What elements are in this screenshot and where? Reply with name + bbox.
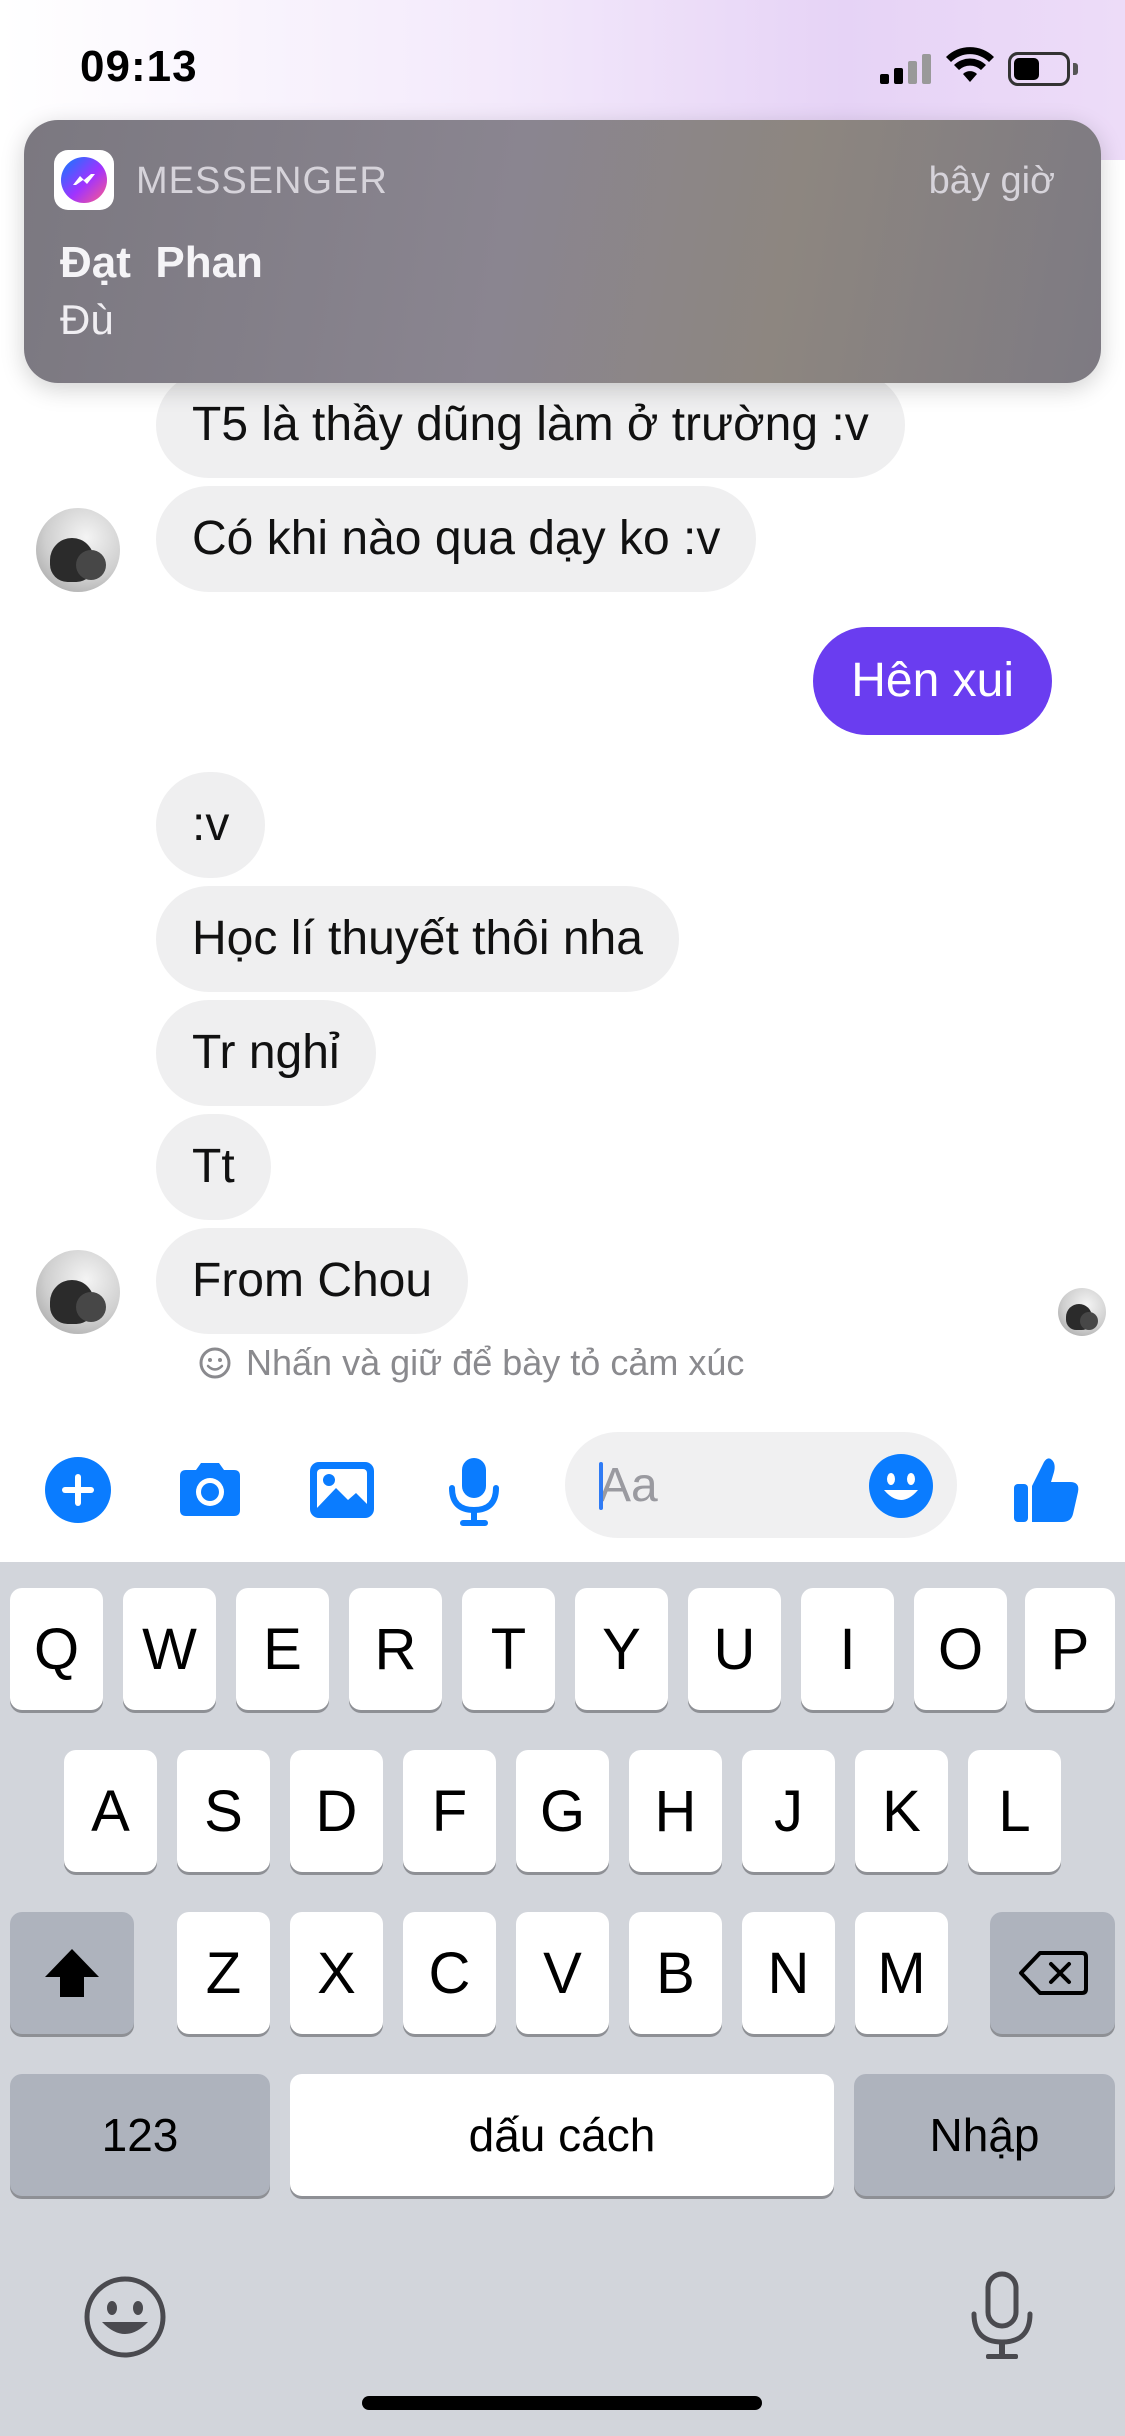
cellular-signal-icon	[880, 52, 932, 84]
key-c[interactable]: C	[403, 1912, 496, 2034]
key-k[interactable]: K	[855, 1750, 948, 1872]
notification-time: bây giờ	[928, 160, 1055, 202]
key-z[interactable]: Z	[177, 1912, 270, 2034]
space-key[interactable]: dấu cách	[290, 2074, 834, 2196]
message-bubble-incoming[interactable]: Tr nghỉ	[156, 1000, 376, 1106]
camera-icon[interactable]	[170, 1450, 250, 1530]
gallery-icon[interactable]	[302, 1450, 382, 1530]
message-bubble-incoming[interactable]: Tt	[156, 1114, 271, 1220]
return-key[interactable]: Nhập	[854, 2074, 1115, 2196]
numbers-key[interactable]: 123	[10, 2074, 270, 2196]
message-bubble-incoming[interactable]: T5 là thầy dũng làm ở trường :v	[156, 372, 905, 478]
backspace-key[interactable]	[990, 1912, 1115, 2034]
message-bubble-incoming[interactable]: :v	[156, 772, 266, 878]
key-g[interactable]: G	[516, 1750, 609, 1872]
home-indicator[interactable]	[362, 2396, 762, 2410]
status-bar: 09:13	[0, 0, 1125, 132]
key-n[interactable]: N	[742, 1912, 835, 2034]
key-h[interactable]: H	[629, 1750, 722, 1872]
emoji-keyboard-icon[interactable]	[80, 2272, 170, 2362]
key-t[interactable]: T	[462, 1588, 555, 1710]
key-w[interactable]: W	[123, 1588, 216, 1710]
message-bubble-incoming[interactable]: Học lí thuyết thôi nha	[156, 886, 679, 992]
shift-arrow-icon	[45, 1949, 99, 1997]
status-time: 09:13	[80, 42, 198, 91]
dictation-microphone-icon[interactable]	[962, 2268, 1042, 2364]
key-e[interactable]: E	[236, 1588, 329, 1710]
key-q[interactable]: Q	[10, 1588, 103, 1710]
key-u[interactable]: U	[688, 1588, 781, 1710]
message-input-field[interactable]	[565, 1432, 957, 1538]
message-input[interactable]	[599, 1432, 849, 1538]
contact-avatar[interactable]	[36, 1250, 120, 1334]
message-bubble-incoming[interactable]: From Chou	[156, 1228, 469, 1334]
key-j[interactable]: J	[742, 1750, 835, 1872]
key-y[interactable]: Y	[575, 1588, 668, 1710]
messenger-app-icon	[54, 150, 114, 210]
key-l[interactable]: L	[968, 1750, 1061, 1872]
key-m[interactable]: M	[855, 1912, 948, 2034]
notification-title: Đạt Phan	[60, 238, 263, 287]
key-a[interactable]: A	[64, 1750, 157, 1872]
battery-icon	[1008, 52, 1078, 86]
plus-icon[interactable]	[38, 1450, 118, 1530]
notification-app-name: MESSENGER	[136, 160, 388, 202]
key-d[interactable]: D	[290, 1750, 383, 1872]
key-i[interactable]: I	[801, 1588, 894, 1710]
seen-receipt-avatar	[1058, 1288, 1106, 1336]
text-caret	[599, 1462, 603, 1510]
notification-body: Đù	[60, 296, 114, 343]
wifi-icon	[946, 47, 994, 82]
reaction-hint: Nhấn và giữ để bày tỏ cảm xúc	[198, 1342, 744, 1384]
reaction-hint-text: Nhấn và giữ để bày tỏ cảm xúc	[246, 1342, 745, 1383]
like-icon[interactable]	[1006, 1450, 1086, 1530]
microphone-icon[interactable]	[434, 1450, 514, 1530]
notification-banner[interactable]: MESSENGER bây giờ Đạt Phan Đù	[24, 120, 1101, 383]
keyboard: Q W E R T Y U I O P A S D F G H J K L Z …	[0, 1562, 1125, 2436]
key-s[interactable]: S	[177, 1750, 270, 1872]
key-f[interactable]: F	[403, 1750, 496, 1872]
key-b[interactable]: B	[629, 1912, 722, 2034]
key-o[interactable]: O	[914, 1588, 1007, 1710]
key-x[interactable]: X	[290, 1912, 383, 2034]
shift-key[interactable]	[10, 1912, 134, 2034]
message-bubble-outgoing[interactable]: Hên xui	[813, 627, 1052, 735]
backspace-icon	[1018, 1951, 1088, 1995]
emoji-icon[interactable]	[867, 1452, 935, 1520]
smiley-hint-icon	[199, 1347, 231, 1379]
contact-avatar[interactable]	[36, 508, 120, 592]
message-bubble-incoming[interactable]: Có khi nào qua dạy ko :v	[156, 486, 757, 592]
key-p[interactable]: P	[1025, 1588, 1115, 1710]
key-r[interactable]: R	[349, 1588, 442, 1710]
key-v[interactable]: V	[516, 1912, 609, 2034]
